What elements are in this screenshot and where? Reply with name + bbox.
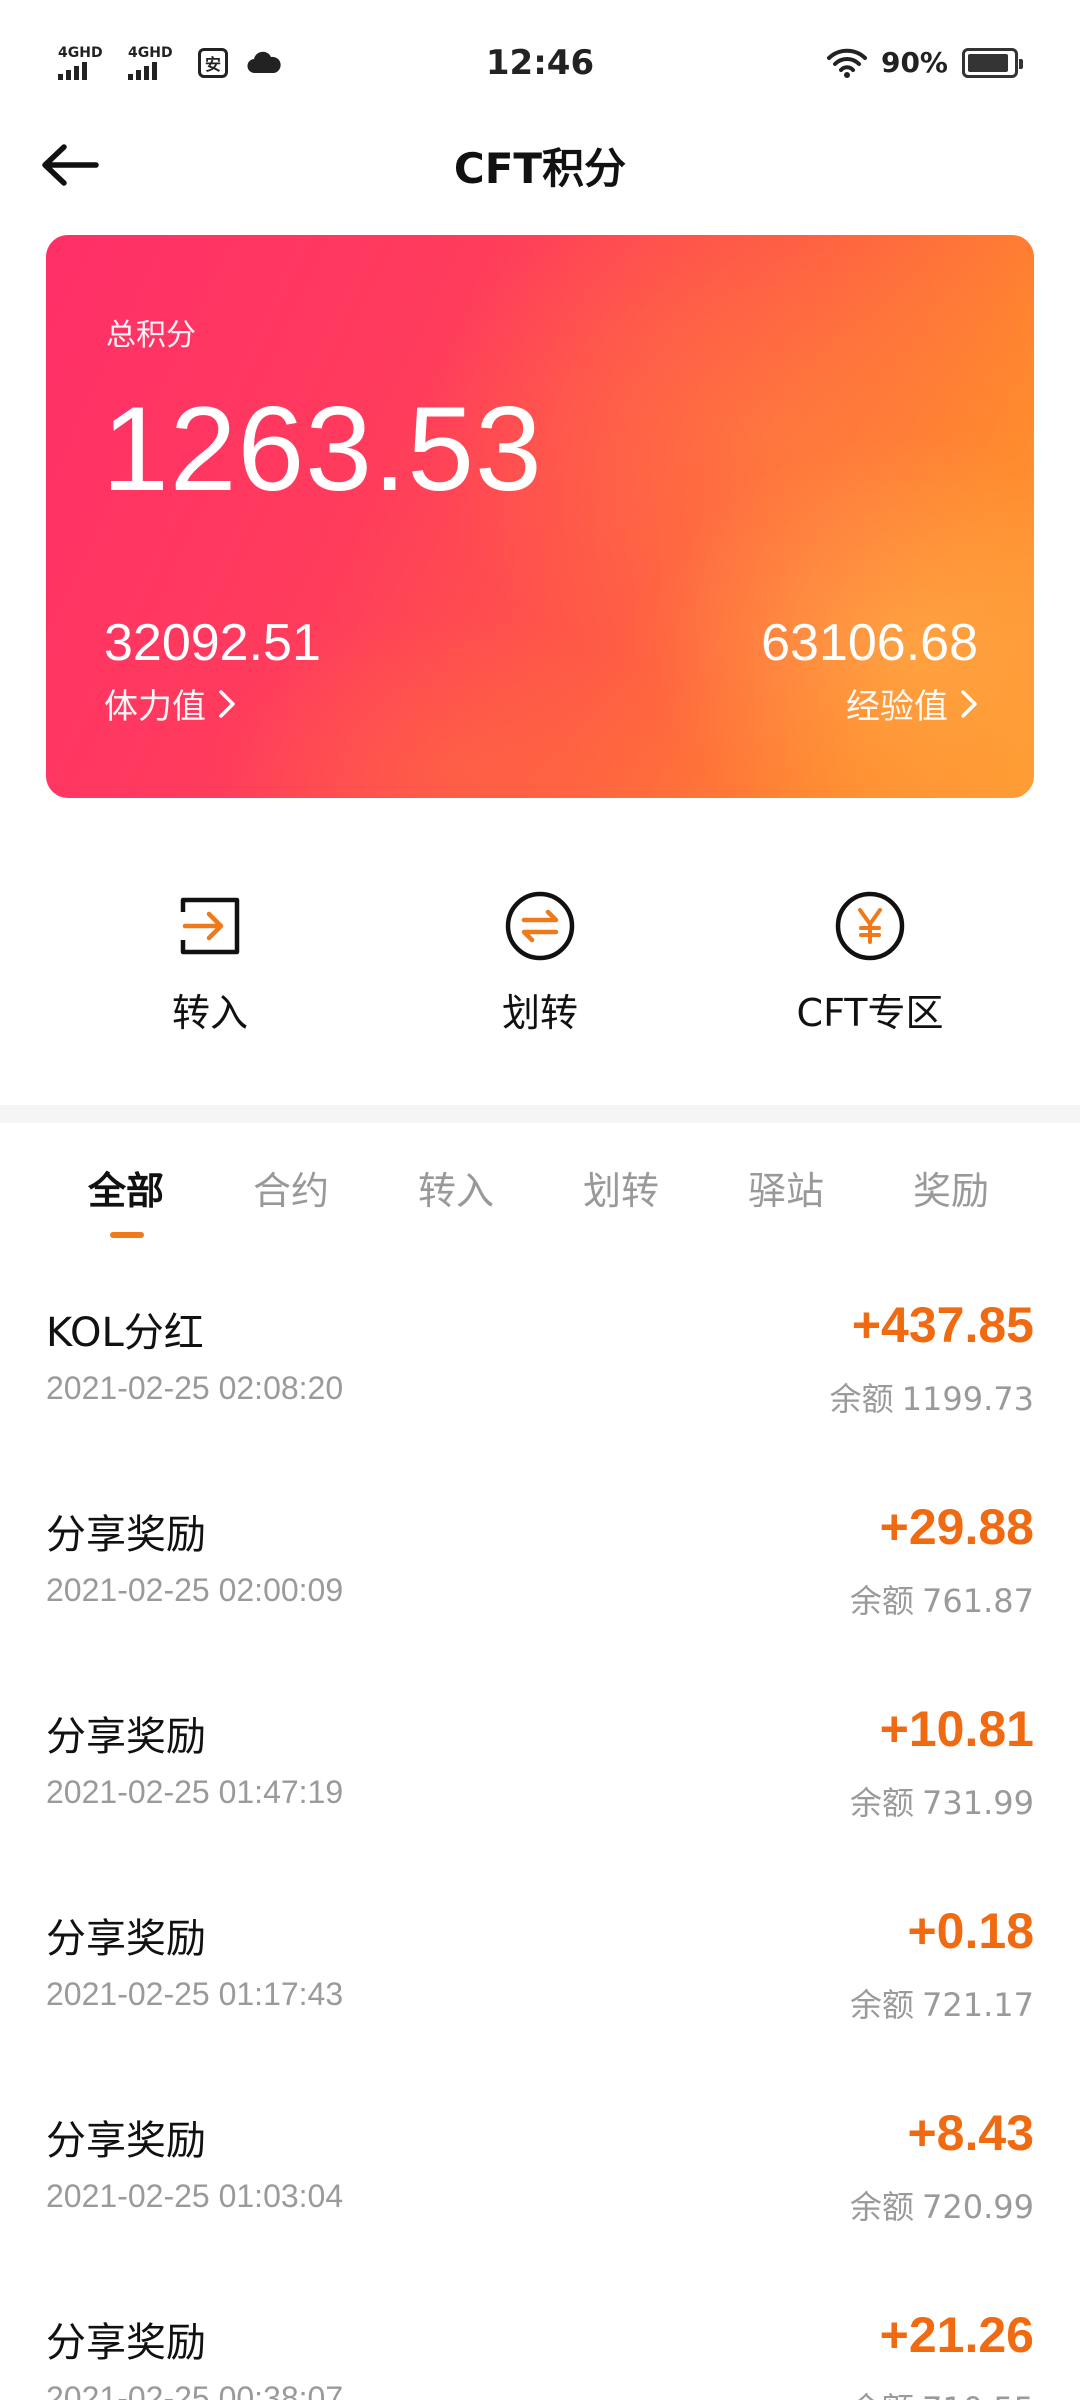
transfer-in-icon — [174, 890, 246, 962]
transfer-in-label: 转入 — [171, 991, 248, 1035]
transaction-balance: 余额 1199.73 — [830, 1374, 1034, 1420]
signal-label: 4GHD — [58, 44, 103, 61]
transaction-title: 分享奖励 — [46, 1512, 206, 1558]
stamina-value: 32092.51 — [104, 614, 321, 672]
cft-zone-button[interactable]: CFT专区 — [750, 890, 990, 1037]
battery-icon — [962, 47, 1023, 78]
transaction-time: 2021-02-25 01:17:43 — [46, 1976, 344, 2012]
transaction-time: 2021-02-25 01:47:19 — [46, 1774, 344, 1810]
back-button[interactable] — [40, 137, 104, 193]
arrow-left-icon — [42, 144, 99, 186]
signal-icon: 4GHD — [58, 46, 110, 80]
transaction-balance: 余额 721.17 — [850, 1980, 1034, 2026]
transaction-amount: +29.88 — [879, 1499, 1034, 1555]
transaction-title: 分享奖励 — [46, 1916, 206, 1962]
total-points-value: 1263.53 — [102, 382, 543, 516]
balance-value: 721.17 — [922, 1986, 1034, 2024]
experience-link[interactable]: 经验值 — [846, 679, 978, 728]
filter-tabs: 全部 合约 转入 划转 驿站 奖励 — [0, 1150, 1080, 1260]
transaction-amount: +8.43 — [907, 2105, 1034, 2161]
experience-label: 经验值 — [846, 687, 948, 727]
status-right: 90% — [826, 46, 1023, 79]
transaction-title: 分享奖励 — [46, 2118, 206, 2164]
transaction-amount: +10.81 — [879, 1701, 1034, 1757]
tab-reward[interactable]: 奖励 — [913, 1160, 989, 1215]
battery-fill — [968, 53, 1008, 72]
transaction-balance: 余额 720.99 — [850, 2182, 1034, 2228]
balance-value: 731.99 — [922, 1784, 1034, 1822]
balance-value: 710.55 — [922, 2390, 1034, 2400]
balance-label: 余额 — [850, 1784, 915, 1822]
wifi-icon — [826, 48, 867, 78]
transaction-time: 2021-02-25 01:03:04 — [46, 2178, 344, 2214]
transaction-balance: 余额 710.55 — [850, 2384, 1034, 2400]
balance-value: 720.99 — [922, 2188, 1034, 2226]
page-title: CFT积分 — [453, 144, 627, 193]
balance-label: 余额 — [829, 1380, 894, 1418]
points-card: 总积分 1263.53 32092.51 体力值 63106.68 经验值 — [46, 235, 1034, 798]
app-header: CFT积分 — [0, 125, 1080, 205]
transaction-title: KOL分红 — [46, 1310, 204, 1356]
transaction-time: 2021-02-25 02:00:09 — [46, 1572, 344, 1608]
signal-label: 4GHD — [128, 44, 173, 61]
experience-value: 63106.68 — [761, 614, 978, 672]
cloud-icon — [247, 51, 281, 73]
transaction-row[interactable]: 分享奖励 2021-02-25 01:47:19 +10.81 余额 731.99 — [0, 1674, 1080, 1876]
transfer-in-button[interactable]: 转入 — [90, 890, 330, 1037]
status-left: 4GHD 4GHD 安 — [58, 46, 282, 80]
balance-label: 余额 — [850, 1986, 915, 2024]
stamina-label: 体力值 — [104, 687, 206, 727]
transaction-row[interactable]: 分享奖励 2021-02-25 01:17:43 +0.18 余额 721.17 — [0, 1876, 1080, 2078]
stamina-link[interactable]: 体力值 — [104, 679, 236, 728]
transaction-amount: +21.26 — [879, 2307, 1034, 2363]
action-row: 转入 划转 CFT专区 — [0, 890, 1080, 1040]
transaction-row[interactable]: KOL分红 2021-02-25 02:08:20 +437.85 余额 1199… — [0, 1270, 1080, 1472]
section-divider — [0, 1105, 1080, 1123]
transaction-title: 分享奖励 — [46, 2320, 206, 2366]
swap-button[interactable]: 划转 — [420, 890, 660, 1037]
chevron-right-icon — [961, 689, 977, 718]
balance-label: 余额 — [850, 1582, 915, 1620]
status-bar: 4GHD 4GHD 安 12:46 90% — [0, 0, 1080, 125]
chevron-right-icon — [219, 689, 235, 718]
transaction-row[interactable]: 分享奖励 2021-02-25 01:03:04 +8.43 余额 720.99 — [0, 2078, 1080, 2280]
battery-percent: 90% — [880, 46, 948, 79]
tab-station[interactable]: 驿站 — [748, 1160, 824, 1215]
tab-all[interactable]: 全部 — [88, 1160, 164, 1215]
transaction-time: 2021-02-25 02:08:20 — [46, 1370, 344, 1406]
transaction-amount: +0.18 — [907, 1903, 1034, 1959]
signal-bars — [128, 61, 157, 80]
tab-transfer-in[interactable]: 转入 — [418, 1160, 494, 1215]
transaction-row[interactable]: 分享奖励 2021-02-25 00:38:07 +21.26 余额 710.55 — [0, 2280, 1080, 2400]
tab-contract[interactable]: 合约 — [253, 1160, 329, 1215]
active-tab-indicator — [110, 1232, 144, 1238]
cft-zone-label: CFT专区 — [796, 991, 944, 1035]
swap-icon — [504, 890, 576, 962]
balance-value: 1199.73 — [901, 1380, 1034, 1418]
transaction-row[interactable]: 分享奖励 2021-02-25 02:00:09 +29.88 余额 761.87 — [0, 1472, 1080, 1674]
balance-label: 余额 — [850, 2390, 914, 2400]
tab-swap[interactable]: 划转 — [583, 1160, 659, 1215]
app-notification-icon: 安 — [198, 47, 228, 78]
signal-bars — [58, 61, 87, 80]
transaction-balance: 余额 731.99 — [850, 1778, 1034, 1824]
signal-icon: 4GHD — [128, 46, 180, 80]
balance-label: 余额 — [850, 2188, 915, 2226]
transaction-balance: 余额 761.87 — [850, 1576, 1034, 1622]
experience-stat[interactable]: 63106.68 经验值 — [761, 613, 978, 728]
transaction-amount: +437.85 — [851, 1297, 1034, 1353]
total-points-label: 总积分 — [106, 318, 196, 353]
stamina-stat[interactable]: 32092.51 体力值 — [104, 613, 321, 728]
yen-circle-icon — [834, 890, 906, 962]
transaction-title: 分享奖励 — [46, 1714, 206, 1760]
balance-value: 761.87 — [922, 1582, 1034, 1620]
transaction-time: 2021-02-25 00:38:07 — [46, 2380, 344, 2400]
page: 4GHD 4GHD 安 12:46 90% CFT积分 总积分 1263.53 … — [0, 0, 1080, 2400]
swap-label: 划转 — [501, 991, 578, 1035]
